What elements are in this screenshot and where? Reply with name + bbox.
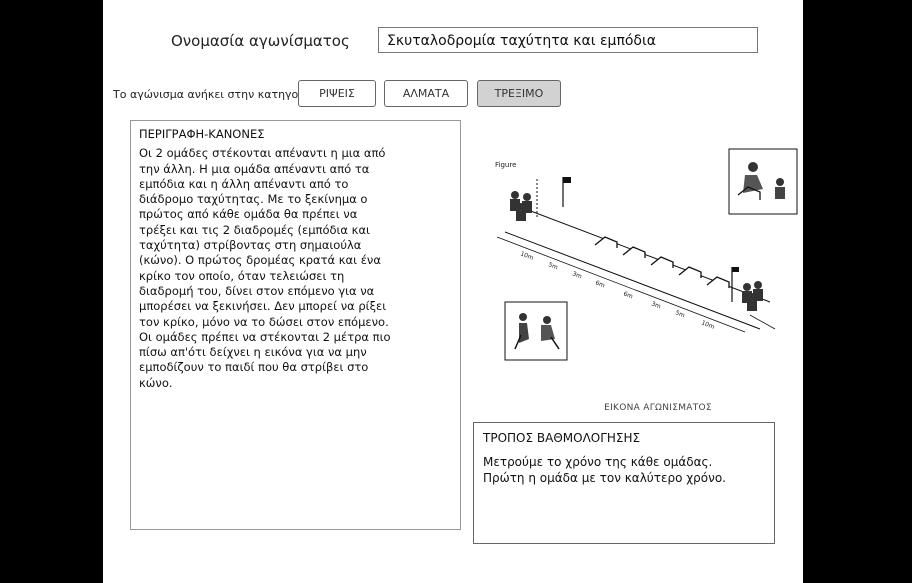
baton-pass-inset <box>504 301 568 361</box>
description-panel: ΠΕΡΙΓΡΑΦΗ-ΚΑΝΟΝΕΣ Οι 2 ομάδες στέκονται … <box>130 120 461 530</box>
flag-icon <box>562 177 571 207</box>
category-button-jumps[interactable]: ΑΛΜΑΤΑ <box>384 80 468 107</box>
distance-label: 10m <box>700 319 715 331</box>
description-text: Οι 2 ομάδες στέκονται απέναντι η μια από… <box>139 146 391 390</box>
page: Ονομασία αγωνίσματος Σκυταλοδρομία ταχύτ… <box>103 0 803 583</box>
team-left-icon <box>510 191 532 221</box>
distance-label: 3m <box>650 300 662 310</box>
category-label: Το αγώνισμα ανήκει στην κατηγορία <box>113 88 317 101</box>
event-name-label: Ονομασία αγωνίσματος <box>171 32 350 50</box>
scoring-title: ΤΡΟΠΟΣ ΒΑΘΜΟΛΟΓΗΣΗΣ <box>483 431 641 445</box>
scoring-text: Μετρούμε το χρόνο της κάθε ομάδας. Πρώτη… <box>483 455 726 485</box>
distance-label: 10m <box>519 250 534 262</box>
category-button-throws[interactable]: ΡΙΨΕΙΣ <box>298 80 376 107</box>
hurdle-jump-inset <box>728 148 798 215</box>
scoring-panel: ΤΡΟΠΟΣ ΒΑΘΜΟΛΟΓΗΣΗΣ Μετρούμε το χρόνο τη… <box>473 422 775 544</box>
distance-label: 6m <box>594 279 606 289</box>
distance-label: 3m <box>571 270 583 280</box>
category-button-running[interactable]: ΤΡΕΞΙΜΟ <box>477 80 561 107</box>
event-name-field[interactable]: Σκυταλοδρομία ταχύτητα και εμπόδια <box>378 27 758 53</box>
distance-label: 5m <box>547 261 559 271</box>
event-illustration: Figure 10m 5m 3m 6m 6m 3m 5m 10m <box>495 148 798 361</box>
figure-label: Figure <box>495 161 516 169</box>
distance-label: 6m <box>622 290 634 300</box>
figure-caption: ΕΙΚΟΝΑ ΑΓΩΝΙΣΜΑΤΟΣ <box>604 403 712 413</box>
hurdle-icon <box>594 236 730 288</box>
description-title: ΠΕΡΙΓΡΑΦΗ-ΚΑΝΟΝΕΣ <box>139 127 265 141</box>
distance-label: 5m <box>674 309 686 319</box>
